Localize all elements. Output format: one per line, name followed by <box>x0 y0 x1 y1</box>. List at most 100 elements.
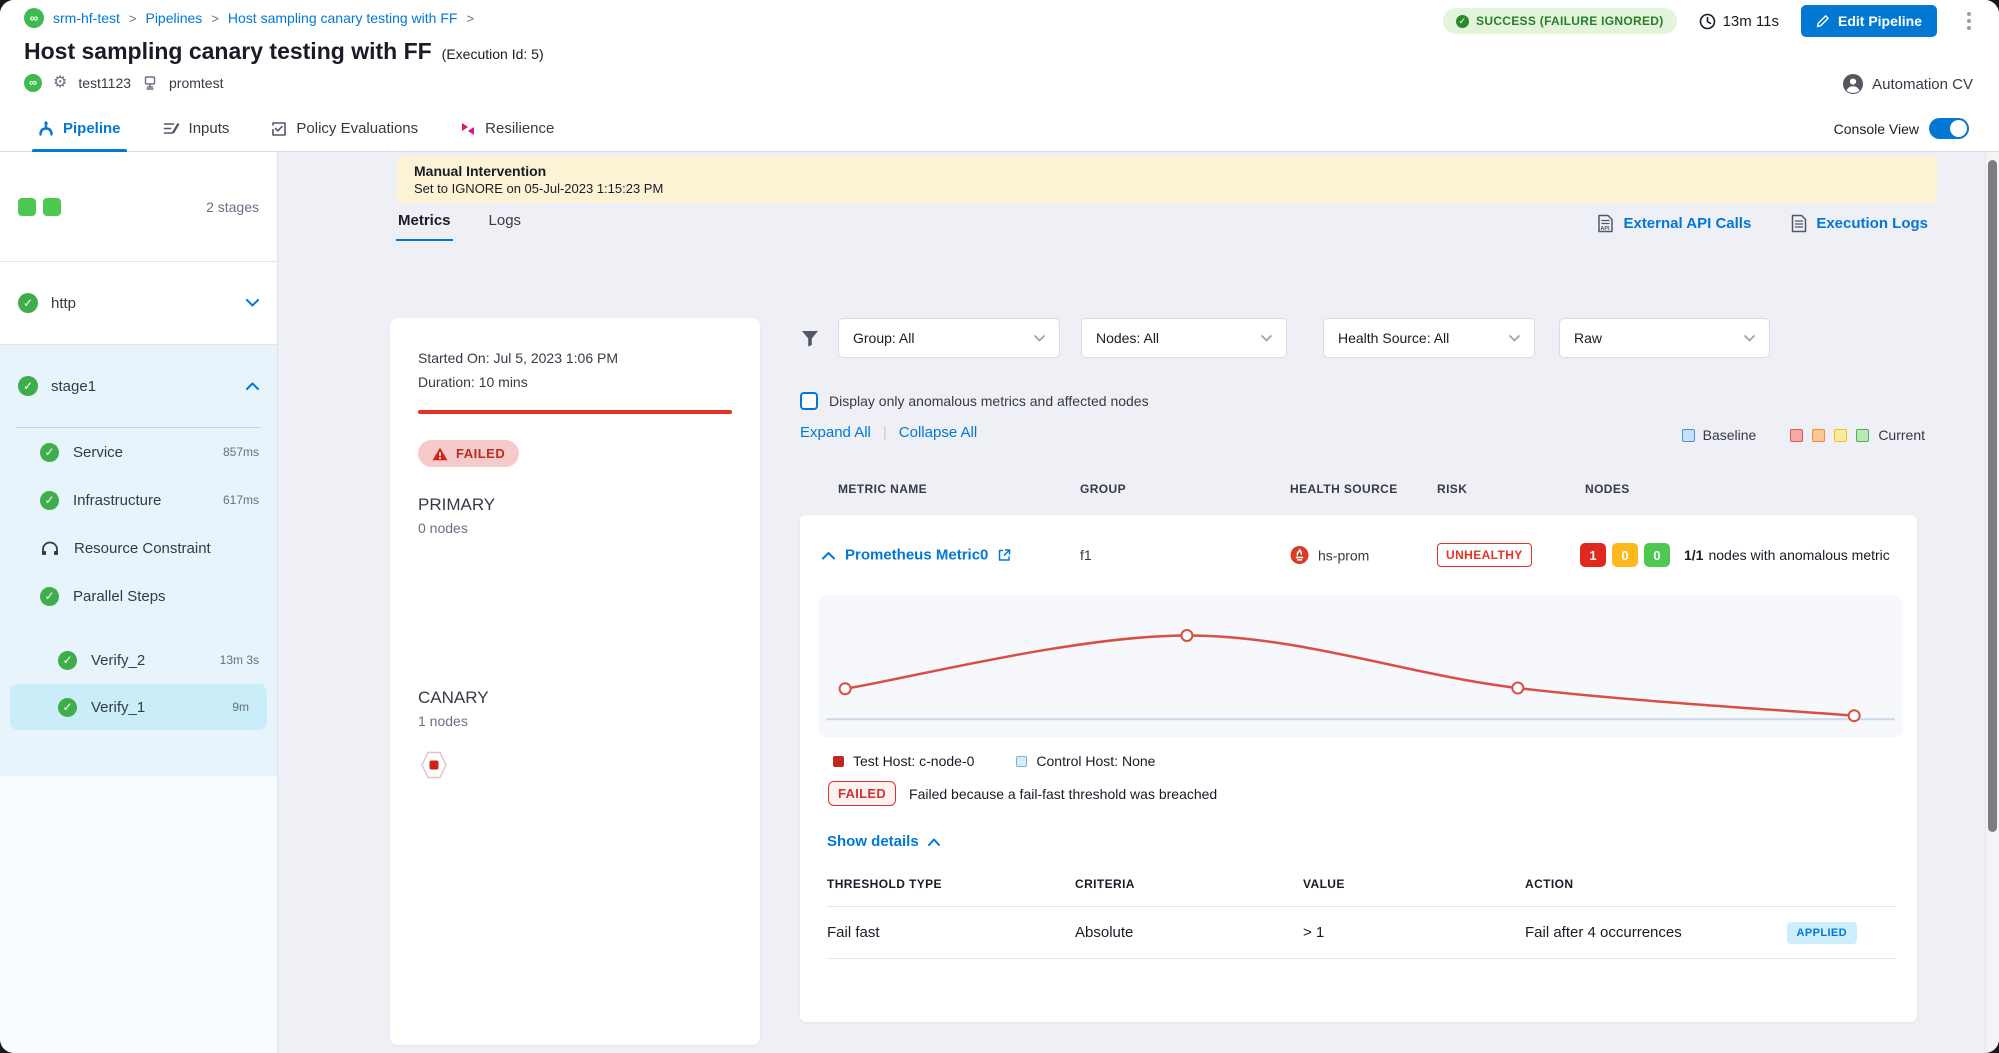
external-api-calls-label: External API Calls <box>1623 215 1751 232</box>
chart-host-legend: Test Host: c-node-0 Control Host: None <box>833 753 1155 769</box>
step-parallel-steps[interactable]: ✓ Parallel Steps <box>0 572 277 620</box>
anomalous-nodes-summary: 1/1nodes with anomalous metric <box>1684 547 1890 563</box>
risk-badge-unhealthy: UNHEALTHY <box>1437 543 1532 567</box>
chevron-down-icon <box>1261 335 1272 342</box>
current-yellow-swatch <box>1834 429 1847 442</box>
step-duration: 617ms <box>223 493 259 507</box>
breadcrumb: ∞ srm-hf-test > Pipelines > Host samplin… <box>24 8 474 28</box>
success-check-icon: ✓ <box>40 587 59 606</box>
metric-timeseries-chart[interactable] <box>818 595 1903 737</box>
tab-resilience-label: Resilience <box>485 120 554 137</box>
execution-status-badge: ✓ SUCCESS (FAILURE IGNORED) <box>1443 8 1677 34</box>
healthy-node-count-badge: 0 <box>1644 543 1670 567</box>
metrics-table-header: METRIC NAME GROUP HEALTH SOURCE RISK NOD… <box>790 482 1940 502</box>
external-link-icon[interactable] <box>998 549 1011 562</box>
collapse-all-link[interactable]: Collapse All <box>899 424 977 441</box>
sidebar-stage-stage1[interactable]: ✓ stage1 <box>0 345 277 427</box>
primary-node-count: 0 nodes <box>418 520 732 536</box>
tab-metrics[interactable]: Metrics <box>398 212 451 241</box>
tab-resilience[interactable]: Resilience <box>460 106 554 151</box>
view-mode-value: Raw <box>1574 330 1744 346</box>
step-resource-constraint[interactable]: Resource Constraint <box>0 524 277 572</box>
environment-name[interactable]: promtest <box>169 75 223 91</box>
console-view-label: Console View <box>1834 121 1919 137</box>
tab-policy-evaluations[interactable]: Policy Evaluations <box>271 106 418 151</box>
breadcrumb-separator: > <box>466 11 474 26</box>
pencil-icon <box>1816 14 1830 28</box>
verification-failed-label: FAILED <box>456 446 505 461</box>
breadcrumb-project[interactable]: srm-hf-test <box>53 10 120 26</box>
canary-node-hexagon-icon[interactable] <box>418 749 450 781</box>
console-view-toggle[interactable] <box>1929 118 1969 139</box>
step-duration: 857ms <box>223 445 259 459</box>
success-check-icon: ✓ <box>40 491 59 510</box>
collapse-metric-chevron-up-icon[interactable] <box>822 551 835 559</box>
tab-inputs-label: Inputs <box>189 120 230 137</box>
triggered-by: Automation CV <box>1843 74 1973 94</box>
metric-name-link[interactable]: Prometheus Metric0 <box>845 547 988 564</box>
view-mode-dropdown[interactable]: Raw <box>1559 318 1770 358</box>
step-label: Resource Constraint <box>74 540 211 557</box>
execution-sidebar: 2 stages ✓ http ✓ stage1 ✓ Service 857ms… <box>0 152 278 1053</box>
anomalous-filter-row: Display only anomalous metrics and affec… <box>800 392 1149 410</box>
step-infrastructure[interactable]: ✓ Infrastructure 617ms <box>0 476 277 524</box>
breadcrumb-pipeline-name[interactable]: Host sampling canary testing with FF <box>228 10 458 26</box>
chevron-up-icon <box>928 838 940 846</box>
tab-inputs[interactable]: Inputs <box>163 106 230 151</box>
triggered-by-user: Automation CV <box>1872 76 1973 93</box>
edit-pipeline-button[interactable]: Edit Pipeline <box>1801 5 1937 37</box>
prometheus-icon <box>1290 546 1309 565</box>
step-label: Parallel Steps <box>73 588 166 605</box>
step-service[interactable]: ✓ Service 857ms <box>0 428 277 476</box>
control-host-swatch <box>1016 756 1027 767</box>
clock-icon <box>1699 13 1716 30</box>
nodes-filter-dropdown[interactable]: Nodes: All <box>1081 318 1287 358</box>
analysis-failed-message: Failed because a fail-fast threshold was… <box>909 786 1217 802</box>
verification-failed-badge: FAILED <box>418 440 519 467</box>
page-header: ∞ srm-hf-test > Pipelines > Host samplin… <box>0 0 1999 106</box>
node-risk-counts: 1 0 0 1/1nodes with anomalous metric <box>1580 543 1890 567</box>
service-name[interactable]: test1123 <box>78 75 131 91</box>
scrollbar-thumb[interactable] <box>1988 160 1997 832</box>
anomalous-metrics-checkbox-label: Display only anomalous metrics and affec… <box>829 393 1149 409</box>
execution-logs-link[interactable]: Execution Logs <box>1791 214 1928 233</box>
step-verify-2[interactable]: ✓ Verify_2 13m 3s <box>0 636 277 684</box>
execution-id: (Execution Id: 5) <box>442 46 544 62</box>
metric-row: Prometheus Metric0 f1 hs-prom UNHEALTHY … <box>800 515 1917 595</box>
health-source-filter-dropdown[interactable]: Health Source: All <box>1323 318 1535 358</box>
more-options-menu-icon[interactable] <box>1959 8 1979 34</box>
external-api-calls-link[interactable]: API External API Calls <box>1597 214 1751 233</box>
anomalous-metrics-checkbox[interactable] <box>800 392 818 410</box>
tab-pipeline[interactable]: Pipeline <box>38 106 121 151</box>
expand-collapse-row: Expand All | Collapse All <box>800 424 977 441</box>
expand-all-link[interactable]: Expand All <box>800 424 871 441</box>
baseline-legend-label: Baseline <box>1703 427 1757 443</box>
success-check-icon: ✓ <box>18 293 38 313</box>
chevron-down-icon <box>1034 335 1045 342</box>
unhealthy-node-count-badge: 1 <box>1580 543 1606 567</box>
col-threshold-type: THRESHOLD TYPE <box>827 877 1075 891</box>
step-label: Infrastructure <box>73 492 161 509</box>
policy-evaluations-icon <box>271 121 287 137</box>
show-details-link[interactable]: Show details <box>827 833 940 850</box>
tab-logs[interactable]: Logs <box>489 212 522 241</box>
canary-node-count: 1 nodes <box>418 713 732 729</box>
success-check-icon: ✓ <box>1456 15 1469 28</box>
chevron-down-icon <box>1509 335 1520 342</box>
stage1-section: ✓ stage1 ✓ Service 857ms ✓ Infrastructur… <box>0 345 277 776</box>
vertical-scrollbar[interactable] <box>1985 152 1999 1053</box>
test-host-swatch <box>833 756 844 767</box>
tab-pipeline-label: Pipeline <box>63 120 121 137</box>
col-risk: RISK <box>1437 482 1467 496</box>
breadcrumb-pipelines[interactable]: Pipelines <box>145 10 202 26</box>
service-env-row: ∞ ⚙ test1123 promtest <box>24 74 223 92</box>
sidebar-stage-http[interactable]: ✓ http <box>0 262 277 345</box>
stages-summary-row[interactable]: 2 stages <box>0 152 277 262</box>
breadcrumb-separator: > <box>129 11 137 26</box>
execution-logs-label: Execution Logs <box>1816 215 1928 232</box>
step-verify-1-selected[interactable]: ✓ Verify_1 9m <box>10 684 267 730</box>
stage-status-square-icon <box>18 198 36 216</box>
group-filter-dropdown[interactable]: Group: All <box>838 318 1060 358</box>
nodes-filter-value: Nodes: All <box>1096 330 1261 346</box>
metrics-filter-row: Group: All Nodes: All Health Source: All… <box>790 318 1940 358</box>
